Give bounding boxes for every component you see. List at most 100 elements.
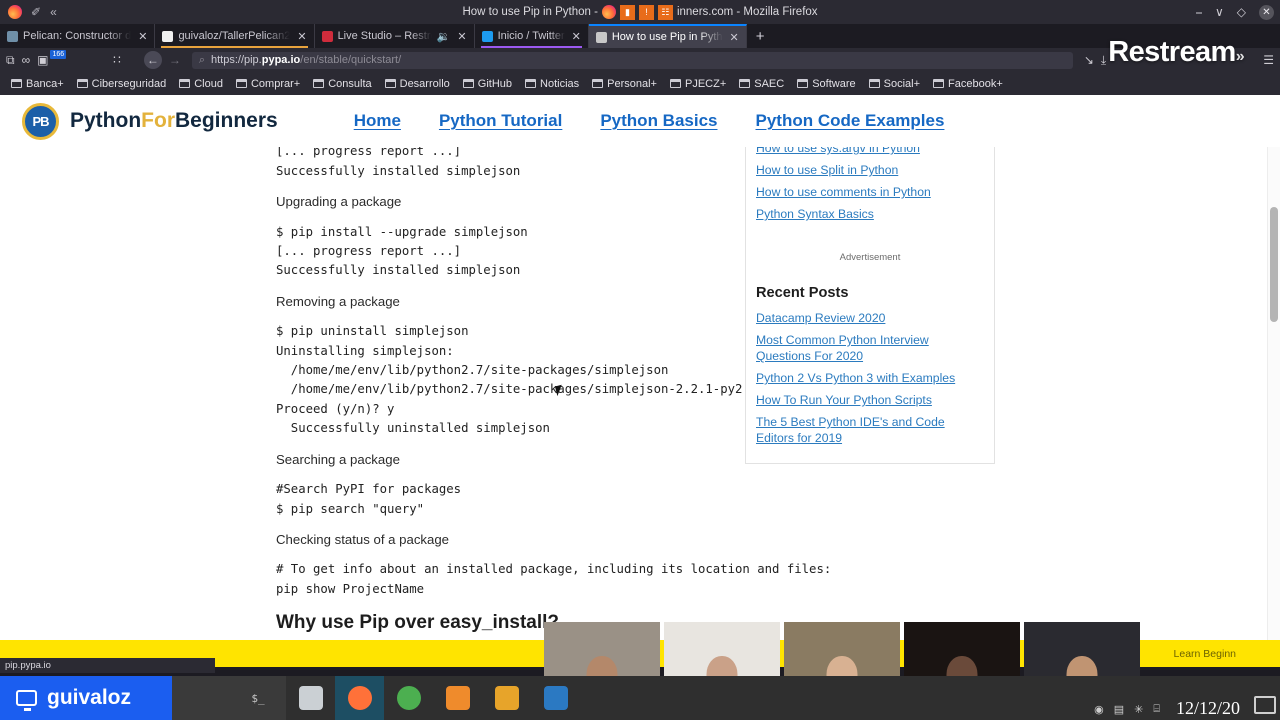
site-header: PB PythonForBeginners Home Python Tutoria… (0, 95, 1280, 147)
recent-posts-title: Recent Posts (756, 285, 849, 301)
bookmark-1[interactable]: Ciberseguridad (72, 77, 172, 91)
site-nav-link-1[interactable]: Python Tutorial (439, 111, 562, 131)
app-menu-icon[interactable]: ☰ (1263, 53, 1274, 67)
folder-icon (669, 79, 681, 88)
bookmark-label: Social+ (883, 77, 921, 90)
tab-close-icon[interactable]: ✕ (136, 30, 147, 43)
firefox-icon (347, 686, 372, 710)
bookmark-8[interactable]: Personal+ (587, 77, 662, 91)
taskbar-spacer (172, 676, 230, 720)
tab-4[interactable]: How to use Pip in Pyth ✕ (588, 24, 747, 48)
recent-post-link-3[interactable]: How To Run Your Python Scripts (746, 389, 994, 411)
folder-icon (525, 79, 537, 88)
site-nav-link-2[interactable]: Python Basics (600, 111, 717, 131)
recent-post-link-1[interactable]: Most Common Python Interview Questions F… (746, 329, 994, 367)
article-body: $ pip install simplejson [... progress r… (22, 123, 831, 634)
forward-button[interactable]: → (169, 53, 181, 67)
bookmark-10[interactable]: SAEC (734, 77, 789, 91)
pocket-icon[interactable]: ↘ (1084, 53, 1094, 67)
chrome-icon (396, 686, 421, 710)
site-logo-text[interactable]: PythonForBeginners (70, 109, 278, 133)
tab-label: Pelican: Constructor d (23, 30, 132, 42)
url-bar[interactable]: ⌕ https://pip.pypa.io/en/stable/quicksta… (191, 51, 1073, 69)
site-nav-link-3[interactable]: Python Code Examples (756, 111, 945, 131)
taskbar-app-vscode[interactable] (531, 676, 580, 720)
tab-close-icon[interactable]: ✕ (570, 30, 581, 43)
tray-icon-3[interactable]: ⌸ (1153, 703, 1160, 716)
tray-icon-2[interactable]: ✳ (1134, 703, 1143, 716)
new-tab-button[interactable]: + (747, 24, 774, 48)
bookmark-label: Facebook+ (948, 77, 1003, 90)
bookmark-3[interactable]: Comprar+ (231, 77, 305, 91)
window-controls: ⎯ ∨ ◇ ✕ (1196, 0, 1274, 24)
bookmark-9[interactable]: PJECZ+ (665, 77, 731, 91)
bookmark-4[interactable]: Consulta (308, 77, 376, 91)
sidebar-top-links: How to use sys.argv in Python How to use … (746, 137, 994, 225)
bookmark-5[interactable]: Desarrollo (380, 77, 455, 91)
recent-post-link-2[interactable]: Python 2 Vs Python 3 with Examples (746, 367, 994, 389)
tray-icon-1[interactable]: ▤ (1114, 703, 1124, 716)
titlebar-left-icons: ✐ « (0, 5, 57, 19)
tab-0[interactable]: Pelican: Constructor d ✕ (0, 24, 156, 48)
tab-counter-icon[interactable]: ▣ 166 (37, 49, 67, 67)
taskbar-app-files[interactable] (286, 676, 335, 720)
bookmark-label: Personal+ (607, 77, 657, 90)
bookmark-7[interactable]: Noticias (520, 77, 584, 91)
bookmark-2[interactable]: Cloud (174, 77, 228, 91)
bookmark-6[interactable]: GitHub (458, 77, 517, 91)
tab-1[interactable]: guivaloz/TallerPelican2 ✕ (155, 24, 315, 48)
close-button[interactable]: ✕ (1259, 4, 1274, 20)
bookmark-11[interactable]: Software (792, 77, 860, 91)
bookmark-label: Ciberseguridad (91, 77, 167, 90)
bookmark-0[interactable]: Banca+ (6, 77, 69, 91)
back-button[interactable]: ← (143, 51, 162, 69)
recent-post-link-4[interactable]: The 5 Best Python IDE's and Code Editors… (746, 411, 994, 449)
paragraph-7: Checking status of a package (276, 531, 450, 547)
recent-post-link-0[interactable]: Datacamp Review 2020 (746, 307, 994, 329)
sidebar-toggle-icon[interactable]: ⧉ (6, 53, 15, 68)
firefox-logo-icon (8, 5, 22, 19)
tray-icon-0[interactable]: ◉ (1094, 703, 1104, 716)
code-block-6: #Search PyPI for packages $ pip search "… (276, 482, 462, 516)
tab-close-icon[interactable]: ✕ (455, 30, 466, 43)
page-scrollbar[interactable] (1267, 95, 1280, 657)
maximize-button[interactable]: ∨ (1215, 5, 1224, 19)
sidebar-link-2[interactable]: How to use comments in Python (746, 181, 994, 203)
tab-counter-badge: 166 (50, 49, 67, 59)
tab-3[interactable]: Inicio / Twitter ✕ (475, 24, 589, 48)
pin-icon[interactable]: ✐ (31, 5, 41, 19)
bookmark-12[interactable]: Social+ (864, 77, 925, 91)
taskbar-clock[interactable]: 12/12/20 (1176, 698, 1240, 719)
folder-icon (739, 79, 751, 88)
bookmark-label: Noticias (540, 77, 580, 90)
restore-button[interactable]: ◇ (1237, 5, 1246, 19)
paragraph-5: Searching a package (276, 451, 400, 467)
taskbar-app-sublime-text[interactable] (482, 676, 531, 720)
bookmark-13[interactable]: Facebook+ (928, 77, 1008, 91)
taskbar-app-firefox[interactable] (335, 676, 384, 720)
search-icon: ⌕ (198, 53, 205, 66)
tab-close-icon[interactable]: ✕ (728, 31, 739, 44)
taskbar-user-button[interactable]: guivaloz (0, 676, 172, 720)
site-logo-icon[interactable]: PB (22, 102, 59, 140)
site-nav-link-0[interactable]: Home (354, 111, 401, 131)
grid-icon[interactable]: ∷ (113, 53, 121, 67)
chevron-up-icon[interactable]: « (50, 5, 57, 19)
taskbar-username: guivaloz (47, 686, 132, 709)
sidebar-recent-links: Datacamp Review 2020 Most Common Python I… (746, 307, 994, 449)
tab-mute-icon[interactable]: 🔉 (437, 30, 451, 43)
taskbar-app-postman[interactable] (433, 676, 482, 720)
scrollbar-thumb[interactable] (1270, 207, 1278, 322)
system-tray: ◉ ▤ ✳ ⌸ (1094, 703, 1160, 716)
terminal-icon[interactable]: $_ (230, 676, 286, 720)
show-desktop-icon[interactable] (1254, 696, 1276, 714)
minimize-button[interactable]: ⎯ (1196, 5, 1202, 20)
tab-close-icon[interactable]: ✕ (295, 30, 306, 43)
vscode-icon (543, 686, 568, 710)
taskbar-app-chrome[interactable] (384, 676, 433, 720)
sidebar-link-1[interactable]: How to use Split in Python (746, 159, 994, 181)
tab-2[interactable]: Live Studio – Restre 🔉 ✕ (315, 24, 475, 48)
glasses-icon[interactable]: ∞ (22, 53, 31, 67)
sidebar-link-3[interactable]: Python Syntax Basics (746, 203, 994, 225)
download-icon[interactable]: ⤓ (1101, 53, 1106, 68)
